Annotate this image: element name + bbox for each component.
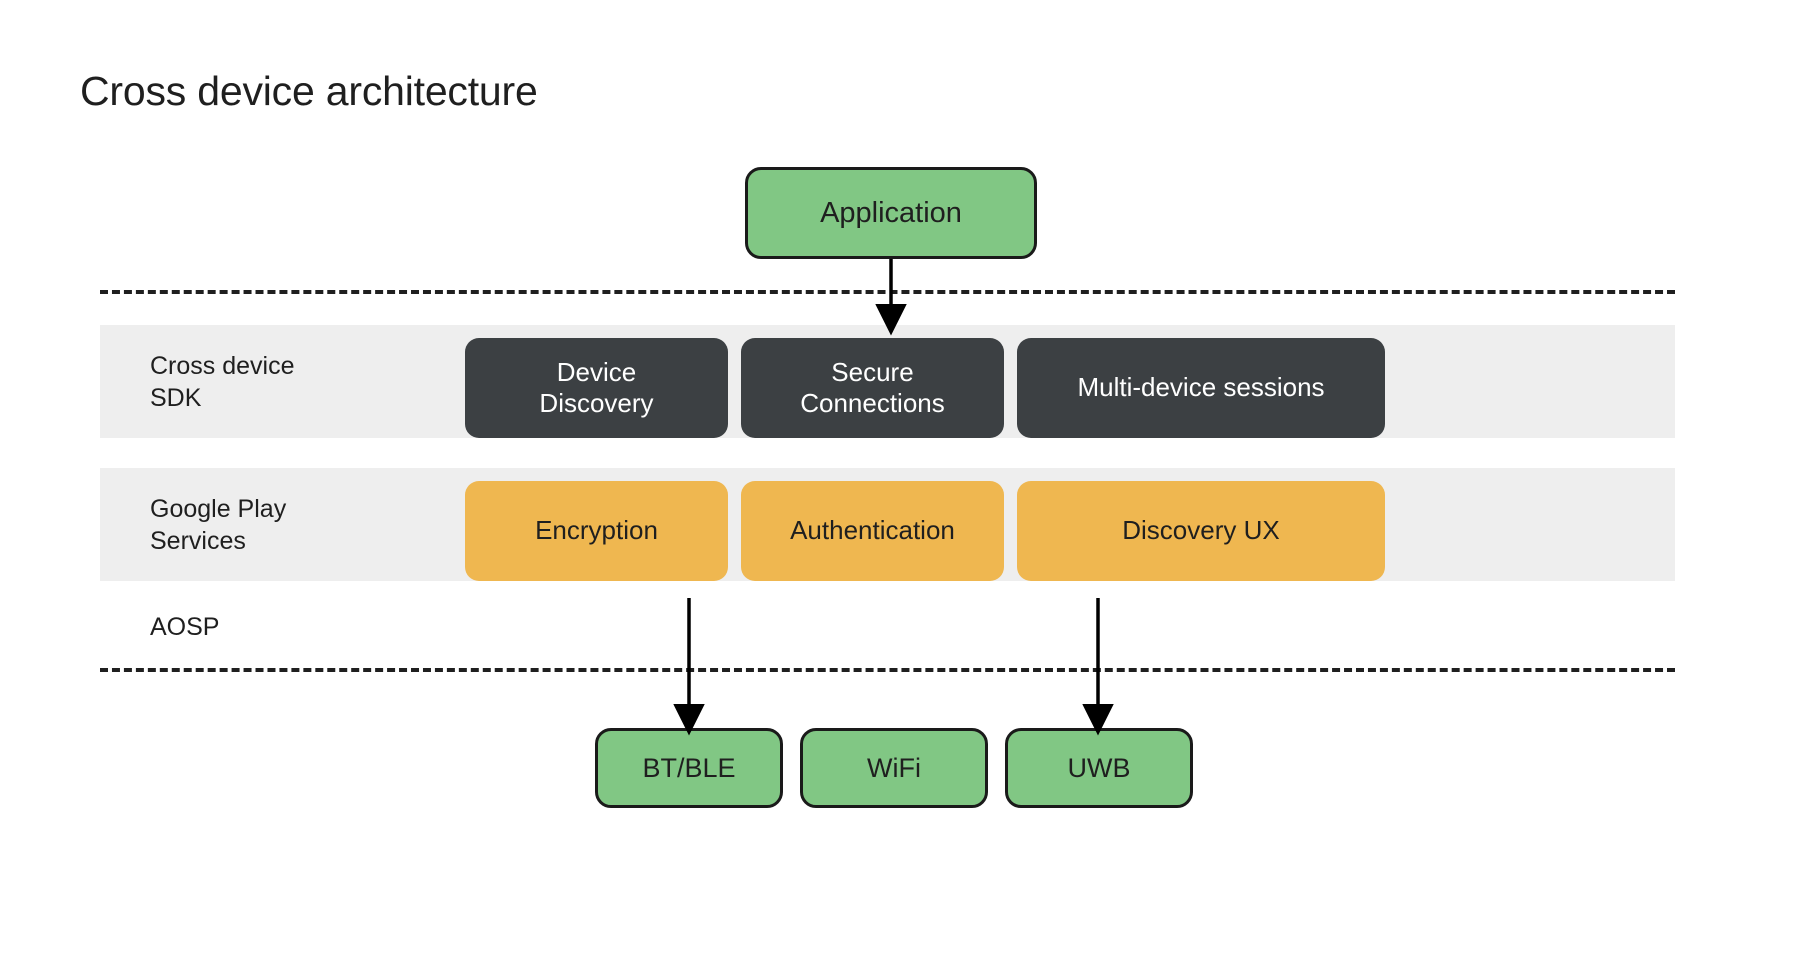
node-uwb[interactable]: UWB: [1005, 728, 1193, 808]
layer-band-cross-device-sdk: Cross device SDK Device Discovery Secure…: [100, 325, 1675, 438]
layer-label-aosp: AOSP: [150, 613, 220, 641]
page-title: Cross device architecture: [80, 68, 538, 114]
layer-label-google-play-services: Google Play Services: [150, 494, 287, 555]
node-device-discovery[interactable]: Device Discovery: [465, 338, 728, 438]
diagram-canvas: Cross device architecture Application Cr…: [0, 0, 1800, 954]
node-encryption[interactable]: Encryption: [465, 481, 728, 581]
node-application[interactable]: Application: [745, 167, 1037, 259]
separator-top-dashed: [100, 290, 1675, 294]
separator-bottom-dashed: [100, 668, 1675, 672]
node-secure-connections[interactable]: Secure Connections: [741, 338, 1004, 438]
node-authentication[interactable]: Authentication: [741, 481, 1004, 581]
node-wifi[interactable]: WiFi: [800, 728, 988, 808]
node-multi-device-sessions[interactable]: Multi-device sessions: [1017, 338, 1385, 438]
node-discovery-ux[interactable]: Discovery UX: [1017, 481, 1385, 581]
node-bt-ble[interactable]: BT/BLE: [595, 728, 783, 808]
layer-label-cross-device-sdk: Cross device SDK: [150, 351, 295, 412]
layer-band-google-play-services: Google Play Services Encryption Authenti…: [100, 468, 1675, 581]
